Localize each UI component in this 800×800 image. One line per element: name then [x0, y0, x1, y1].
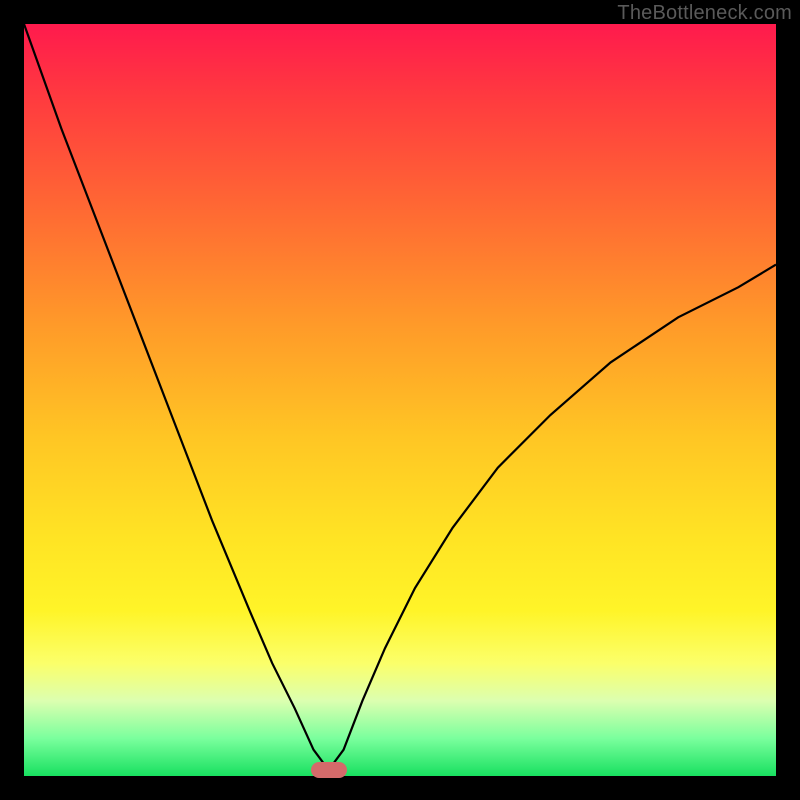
chart-frame: TheBottleneck.com [0, 0, 800, 800]
curve-path [24, 24, 776, 770]
plot-area [24, 24, 776, 776]
optimal-point-marker [311, 762, 347, 778]
bottleneck-curve [24, 24, 776, 776]
watermark-text: TheBottleneck.com [617, 2, 792, 25]
